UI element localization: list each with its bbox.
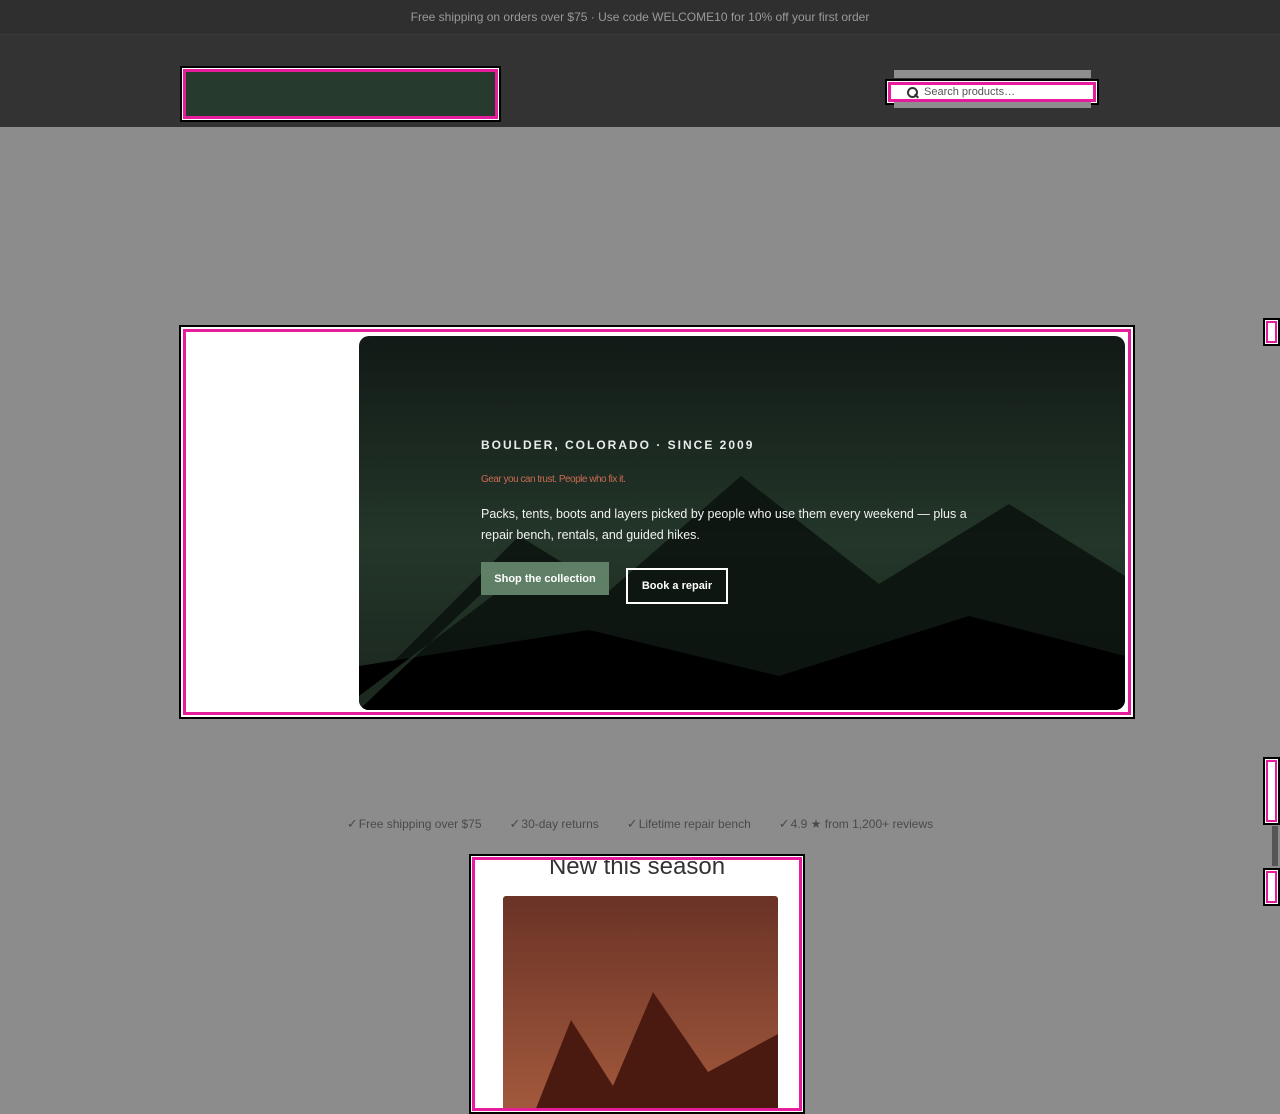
side-widget-highlight bbox=[1266, 871, 1277, 903]
check-icon: ✓ bbox=[509, 816, 521, 831]
search-field-wrapper bbox=[888, 82, 1096, 102]
site-header bbox=[0, 35, 1280, 127]
trust-label: 4.9 ★ from 1,200+ reviews bbox=[790, 817, 934, 831]
trust-item: ✓30-day returns bbox=[510, 813, 599, 835]
trust-item: ✓4.9 ★ from 1,200+ reviews bbox=[779, 813, 933, 835]
trust-label: 30-day returns bbox=[521, 817, 599, 831]
hero-eyebrow: BOULDER, COLORADO · SINCE 2009 bbox=[481, 438, 755, 452]
section-title: New this season bbox=[548, 857, 726, 880]
trust-label: Free shipping over $75 bbox=[358, 817, 482, 831]
search-track-bottom bbox=[894, 102, 1091, 108]
product-image[interactable] bbox=[503, 896, 778, 1108]
hero-tagline: Gear you can trust. People who fix it. bbox=[481, 474, 626, 485]
side-widget-top[interactable] bbox=[1263, 318, 1280, 346]
check-icon: ✓ bbox=[626, 816, 638, 831]
trust-item: ✓Lifetime repair bench bbox=[627, 813, 751, 835]
new-season-highlight: New this season bbox=[472, 857, 802, 1111]
side-widget-bottom[interactable] bbox=[1263, 868, 1280, 906]
search-track-top bbox=[894, 70, 1091, 78]
check-icon: ✓ bbox=[778, 816, 790, 831]
mountain-shape bbox=[536, 992, 778, 1108]
announcement-text: Free shipping on orders over $75 · Use c… bbox=[410, 10, 870, 24]
shop-collection-button[interactable]: Shop the collection bbox=[481, 562, 609, 595]
new-season-section: New this season bbox=[469, 854, 805, 1114]
trust-label: Lifetime repair bench bbox=[638, 817, 751, 831]
mountain-illustration bbox=[536, 992, 778, 1108]
side-widget-highlight bbox=[1266, 321, 1277, 343]
search-icon bbox=[907, 86, 918, 98]
search-input[interactable] bbox=[924, 86, 1074, 98]
logo-image bbox=[186, 72, 495, 116]
trust-badges: ✓Free shipping over $75 ✓30-day returns … bbox=[0, 813, 1280, 835]
announcement-bar: Free shipping on orders over $75 · Use c… bbox=[0, 0, 1280, 35]
hero-banner: BOULDER, COLORADO · SINCE 2009 Gear you … bbox=[359, 336, 1125, 710]
site-logo[interactable] bbox=[180, 66, 501, 122]
hero-description: Packs, tents, boots and layers picked by… bbox=[481, 507, 967, 542]
trust-item: ✓Free shipping over $75 bbox=[347, 813, 482, 835]
book-repair-button[interactable]: Book a repair bbox=[626, 568, 728, 604]
check-icon: ✓ bbox=[346, 816, 358, 831]
